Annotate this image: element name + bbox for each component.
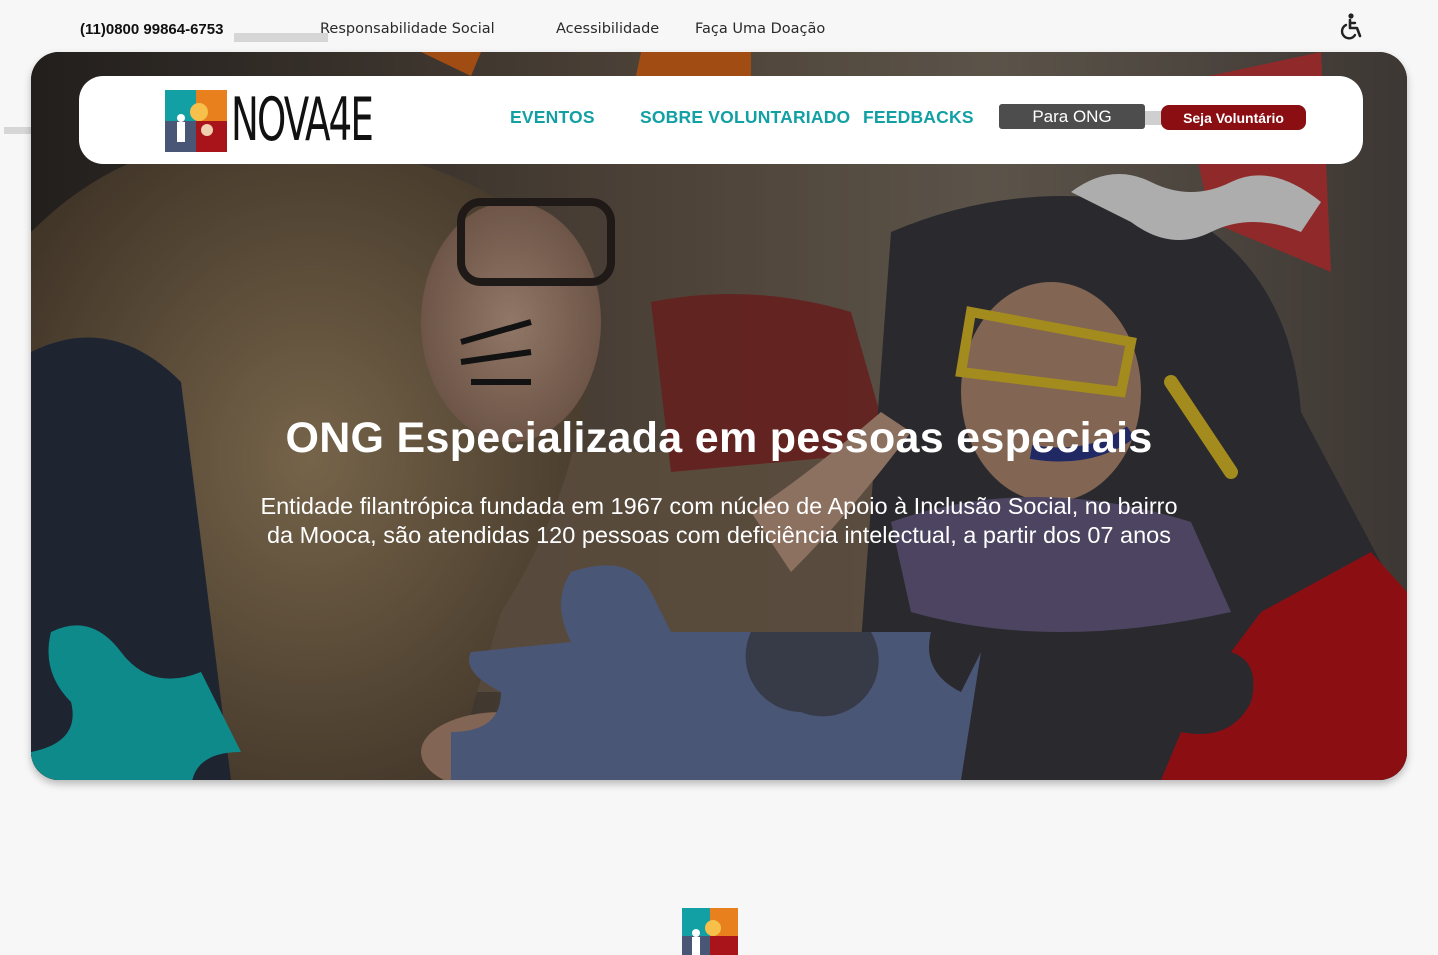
nav-sobre-voluntariado[interactable]: SOBRE VOLUNTARIADO [640,107,850,128]
phone-number[interactable]: (11)0800 99864-6753 [80,21,223,38]
puzzle-logo-icon [682,908,738,955]
hero-title: ONG Especializada em pessoas especiais [285,414,1153,462]
main-navbar: NOVA4E EVENTOS SOBRE VOLUNTARIADO FEEDBA… [79,76,1363,164]
link-responsabilidade-social[interactable]: Responsabilidade Social [320,21,495,37]
wheelchair-icon[interactable] [1336,12,1366,42]
footer-logo [682,908,738,955]
hero-subtitle: Entidade filantrópica fundada em 1967 co… [260,493,1178,548]
decorative-bar [234,33,328,42]
logo-text: NOVA4E [231,85,374,155]
nav-feedbacks[interactable]: FEEDBACKS [863,107,974,128]
link-acessibilidade[interactable]: Acessibilidade [556,21,659,37]
link-faca-uma-doacao[interactable]: Faça Uma Doação [695,21,825,37]
para-ong-button[interactable]: Para ONG [999,104,1145,129]
top-bar: (11)0800 99864-6753 Responsabilidade Soc… [0,0,1438,52]
nav-eventos[interactable]: EVENTOS [510,107,595,128]
seja-voluntario-button[interactable]: Seja Voluntário [1161,105,1306,130]
puzzle-logo-icon [165,90,227,152]
logo[interactable]: NOVA4E [165,85,374,155]
